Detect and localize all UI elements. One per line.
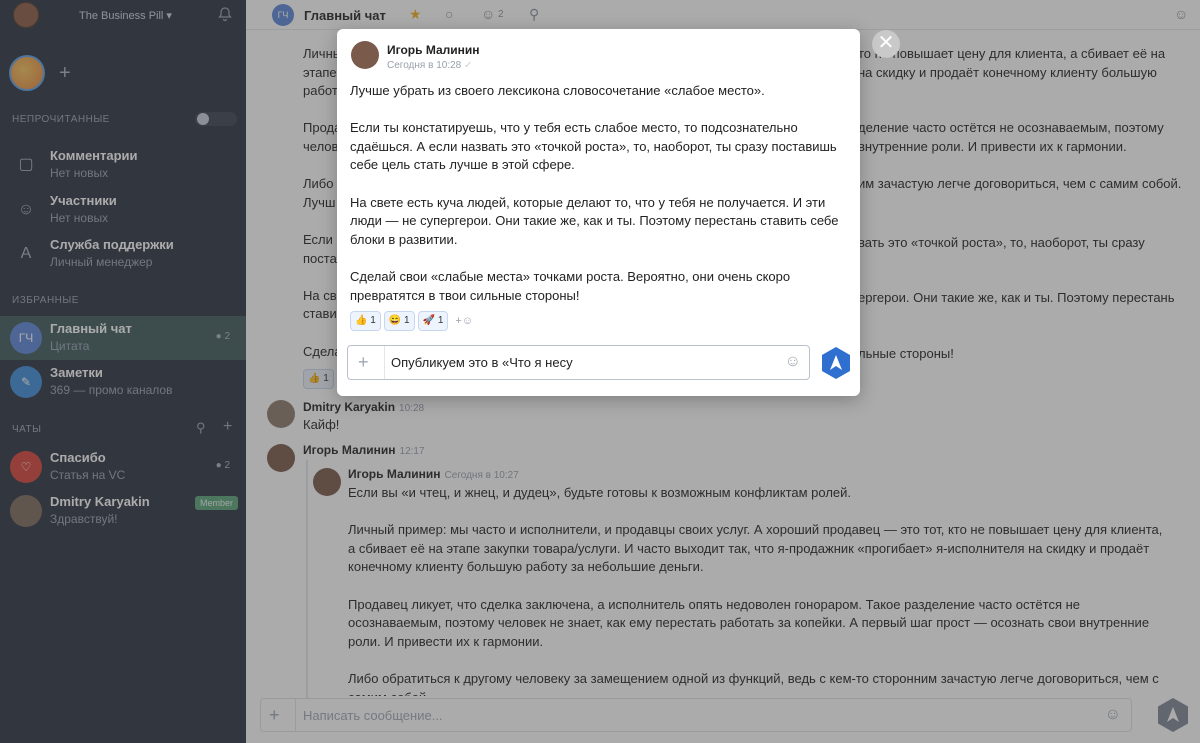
reaction-emoji: 👍 xyxy=(355,315,368,326)
forward-comment-input[interactable]: + ☺ xyxy=(347,345,810,380)
reaction-emoji: 😄 xyxy=(388,315,402,326)
close-icon[interactable]: ✕ xyxy=(872,30,900,58)
emoji-icon[interactable]: ☺ xyxy=(785,353,801,371)
paragraph: Если ты констатируешь, что у тебя есть с… xyxy=(350,120,837,173)
reaction-smile[interactable]: 😄 1 xyxy=(383,311,415,331)
message-time-value: Сегодня в 10:28 xyxy=(387,60,462,71)
reaction-count: 1 xyxy=(437,315,444,326)
forward-message-modal: Игорь Малинин Сегодня в 10:28 ✓ Лучше уб… xyxy=(337,29,860,396)
reaction-emoji: 🚀 xyxy=(422,315,436,326)
message-author: Игорь Малинин xyxy=(387,43,480,57)
paragraph: Сделай свои «слабые места» точками роста… xyxy=(350,268,791,303)
reaction-rocket[interactable]: 🚀 1 xyxy=(417,311,449,331)
paragraph: Лучше убрать из своего лексикона словосо… xyxy=(350,83,765,98)
reaction-count: 1 xyxy=(370,315,376,326)
attach-plus-icon[interactable]: + xyxy=(358,352,369,373)
reaction-count: 1 xyxy=(404,315,410,326)
check-icon: ✓ xyxy=(464,60,473,71)
divider xyxy=(384,346,385,379)
reaction-thumbs[interactable]: 👍 1 xyxy=(350,311,381,331)
reactions: 👍 1 😄 1 🚀 1 +☺ xyxy=(350,311,473,333)
send-icon[interactable] xyxy=(819,346,853,380)
paragraph: На свете есть куча людей, которые делают… xyxy=(350,194,839,247)
comment-field[interactable] xyxy=(391,355,771,370)
add-reaction-button[interactable]: +☺ xyxy=(455,311,473,331)
message-time: Сегодня в 10:28 ✓ xyxy=(387,60,472,71)
avatar xyxy=(351,41,379,69)
message-body: Лучше убрать из своего лексикона словосо… xyxy=(350,82,850,324)
